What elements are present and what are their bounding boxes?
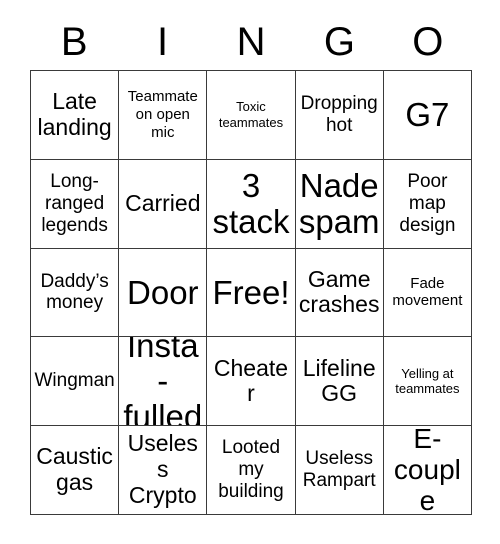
bingo-cell[interactable]: Yelling at teammates: [383, 337, 472, 427]
bingo-cell-label: G7: [405, 96, 450, 134]
bingo-header-letter-o: O: [412, 20, 444, 64]
bingo-cell[interactable]: Fade movement: [383, 248, 472, 338]
bingo-cell[interactable]: E-couple: [383, 426, 472, 515]
bingo-header-letter-n: N: [236, 20, 266, 64]
bingo-cell-label: Cheater: [213, 354, 289, 407]
bingo-cell[interactable]: Useless Rampart: [295, 426, 384, 515]
bingo-header: B I N G O: [30, 14, 472, 70]
bingo-cell-label: Useless Crypto: [127, 430, 198, 508]
bingo-cell-label: Caustic gas: [36, 443, 113, 496]
bingo-cell-label: Daddy’s money: [40, 270, 109, 314]
bingo-cell[interactable]: Dropping hot: [295, 71, 384, 160]
bingo-cell[interactable]: G7: [383, 71, 472, 160]
bingo-cell-label: Late landing: [37, 88, 112, 140]
bingo-cell[interactable]: Useless Crypto: [119, 426, 208, 515]
bingo-cell-label: Door: [127, 273, 199, 311]
bingo-cell-label: Teammate on open mic: [127, 88, 198, 141]
bingo-cell-label: Nade spam: [298, 167, 380, 240]
bingo-cell-label: Useless Rampart: [302, 448, 376, 492]
bingo-header-letter-b: B: [60, 20, 88, 64]
bingo-cell-label: Looted my building: [218, 437, 284, 503]
bingo-cell-label: Long-ranged legends: [41, 170, 108, 236]
bingo-cell[interactable]: Nade spam: [295, 159, 384, 249]
bingo-cell[interactable]: Game crashes: [295, 248, 384, 338]
bingo-cell[interactable]: Cheater: [207, 337, 296, 427]
bingo-cell-label: Carried: [125, 189, 201, 216]
bingo-cell-label: E-couple: [393, 426, 461, 515]
bingo-cell-label: Wingman: [34, 370, 115, 392]
bingo-cell[interactable]: 3 stack: [207, 159, 296, 249]
bingo-header-letter-g: G: [323, 20, 355, 64]
bingo-cell-label: Yelling at teammates: [395, 365, 460, 397]
bingo-cell[interactable]: Poor map design: [383, 159, 472, 249]
bingo-cell[interactable]: Looted my building: [207, 426, 296, 515]
bingo-cell[interactable]: Toxic teammates: [207, 71, 296, 160]
bingo-header-letter-i: I: [157, 20, 169, 64]
bingo-cell-free[interactable]: Free!: [207, 248, 296, 338]
bingo-cell[interactable]: Late landing: [31, 71, 120, 160]
bingo-cell-label: Toxic teammates: [218, 99, 284, 130]
bingo-cell[interactable]: Lifeline GG: [295, 337, 384, 427]
bingo-cell[interactable]: Long-ranged legends: [31, 159, 120, 249]
bingo-cell-label: Lifeline GG: [302, 354, 376, 407]
bingo-cell-label: Poor map design: [399, 170, 456, 236]
bingo-cell-label: Free!: [212, 273, 290, 311]
bingo-cell-label: Dropping hot: [300, 93, 378, 136]
bingo-cell[interactable]: Daddy’s money: [31, 248, 120, 338]
bingo-card: B I N G O Late landing Teammate on open …: [0, 0, 500, 544]
bingo-cell[interactable]: Caustic gas: [31, 426, 120, 515]
bingo-cell-label: Game crashes: [298, 265, 380, 318]
bingo-cell[interactable]: Wingman: [31, 337, 120, 427]
bingo-cell-label: 3 stack: [212, 167, 290, 240]
bingo-cell[interactable]: Door: [119, 248, 208, 338]
bingo-cell[interactable]: Teammate on open mic: [119, 71, 208, 160]
bingo-cell-label: Insta-fulled: [123, 337, 203, 427]
bingo-grid: Late landing Teammate on open mic Toxic …: [30, 70, 472, 515]
bingo-cell[interactable]: Insta-fulled: [119, 337, 208, 427]
bingo-cell-label: Fade movement: [392, 274, 463, 310]
bingo-cell[interactable]: Carried: [119, 159, 208, 249]
